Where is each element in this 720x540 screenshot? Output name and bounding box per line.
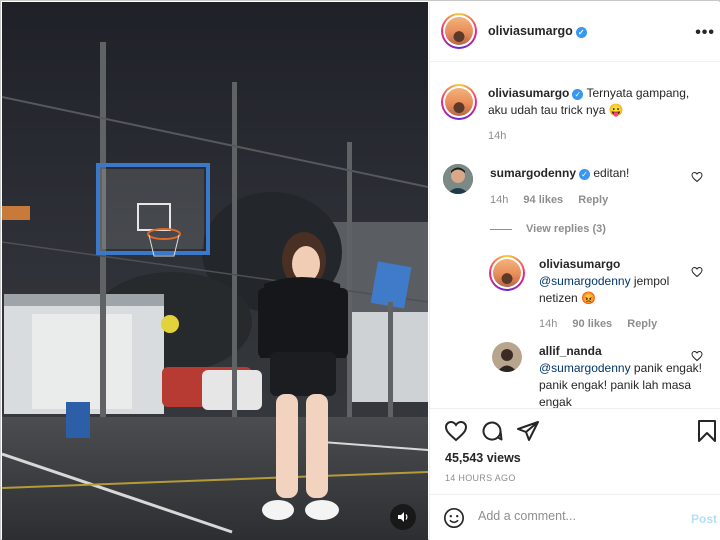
post-side-panel: oliviasumargo ✓ ••• oliviasumargo ✓ Ternya…: [429, 2, 720, 540]
divider: [490, 228, 512, 230]
post-timestamp[interactable]: 14 HOURS AGO: [445, 473, 516, 483]
comments-list: oliviasumargo ✓ Ternyata gampang, aku uda…: [430, 63, 720, 408]
mention-link[interactable]: @sumargodenny: [539, 361, 631, 375]
comment-text-block: sumargodenny ✓ editan!: [490, 165, 690, 182]
reply-meta: 14h 90 likes Reply: [539, 318, 669, 330]
like-comment-heart-icon[interactable]: [691, 171, 703, 186]
add-comment-input[interactable]: [478, 509, 678, 523]
verified-badge-icon: ✓: [572, 89, 584, 100]
caption-text-block: oliviasumargo ✓ Ternyata gampang, aku uda…: [488, 85, 708, 119]
reply-avatar[interactable]: [492, 342, 522, 372]
view-replies-button[interactable]: View replies (3): [490, 223, 606, 235]
author-username[interactable]: oliviasumargo: [488, 24, 573, 38]
post-video[interactable]: [2, 2, 428, 540]
avatar-photo: [492, 342, 522, 372]
commenter-avatar[interactable]: [443, 164, 473, 194]
share-icon[interactable]: [516, 419, 540, 448]
comment-username[interactable]: sumargodenny: [490, 166, 576, 180]
caption-time[interactable]: 14h: [488, 130, 506, 142]
reply-username[interactable]: oliviasumargo: [539, 257, 620, 271]
more-options-button[interactable]: •••: [695, 24, 715, 42]
post-actions: 45,543 views 14 HOURS AGO: [430, 408, 720, 498]
instagram-post-window: oliviasumargo ✓ ••• oliviasumargo ✓ Ternya…: [0, 0, 720, 540]
avatar-photo: [443, 164, 473, 194]
reply-time[interactable]: 14h: [539, 318, 557, 330]
basketball-court-scene: [2, 2, 428, 540]
like-heart-icon[interactable]: [444, 419, 468, 448]
bookmark-icon[interactable]: [696, 419, 718, 448]
reply-button[interactable]: Reply: [578, 194, 608, 206]
reply-username[interactable]: allif_nanda: [539, 344, 602, 358]
reply-text-block: allif_nanda @sumargodenny panik engak! p…: [539, 343, 704, 408]
emoji-icon[interactable]: [443, 507, 465, 534]
view-count[interactable]: 45,543 views: [445, 451, 521, 465]
author-avatar[interactable]: [441, 13, 477, 49]
comment-time[interactable]: 14h: [490, 194, 508, 206]
speaker-icon: [398, 512, 408, 522]
mention-link[interactable]: @sumargodenny: [539, 274, 631, 288]
add-comment-bar: Post: [430, 494, 720, 540]
author-username-row: oliviasumargo ✓: [488, 24, 587, 38]
reply-button[interactable]: Reply: [627, 318, 657, 330]
like-reply-heart-icon[interactable]: [691, 266, 703, 281]
reply-avatar[interactable]: [489, 255, 525, 291]
verified-badge-icon: ✓: [575, 27, 587, 38]
comment-text: editan!: [593, 166, 630, 180]
post-header: oliviasumargo ✓ •••: [430, 2, 720, 62]
reply-text-block: oliviasumargo @sumargodenny jempol netiz…: [539, 256, 704, 307]
caption-avatar[interactable]: [441, 84, 477, 120]
comment-likes[interactable]: 94 likes: [523, 194, 563, 206]
like-reply-heart-icon[interactable]: [691, 350, 703, 365]
mute-toggle-button[interactable]: [390, 504, 416, 530]
view-replies-label: View replies (3): [526, 223, 606, 235]
caption-username[interactable]: oliviasumargo: [488, 86, 569, 100]
verified-badge-icon: ✓: [579, 169, 591, 180]
comment-meta: 14h 94 likes Reply: [490, 194, 620, 206]
post-comment-button[interactable]: Post: [691, 512, 717, 526]
caption-meta: 14h: [488, 130, 518, 142]
comment-icon[interactable]: [480, 419, 504, 448]
reply-likes[interactable]: 90 likes: [572, 318, 612, 330]
